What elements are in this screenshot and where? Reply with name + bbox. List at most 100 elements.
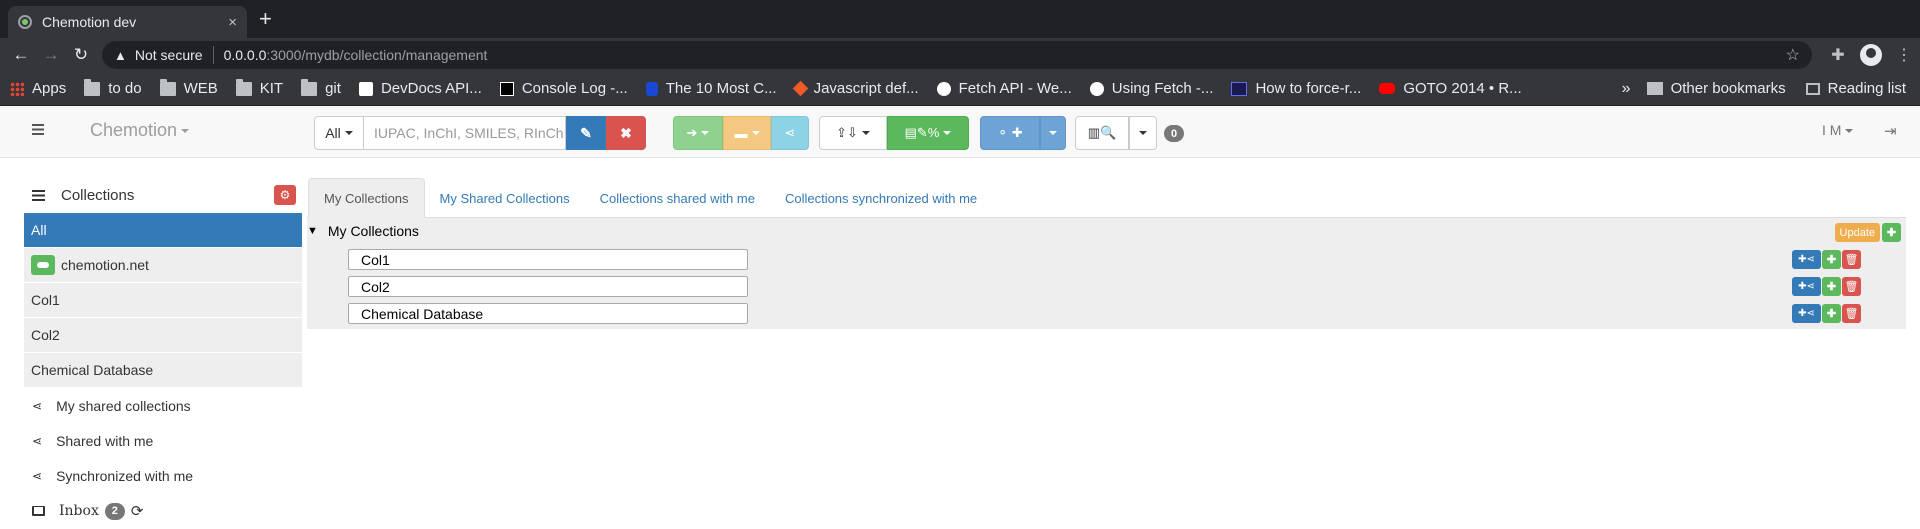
bookmark-force-reload[interactable]: How to force-r... xyxy=(1231,80,1361,97)
tab-collections-shared-with-me[interactable]: Collections shared with me xyxy=(585,178,770,218)
browser-menu-icon[interactable]: ⋮ xyxy=(1888,45,1920,65)
collection-item-chemotion-net[interactable]: chemotion.net xyxy=(24,248,302,283)
back-arrow-icon[interactable]: ← xyxy=(6,45,36,65)
bookmark-folder-git[interactable]: git xyxy=(301,78,341,97)
youtube-icon xyxy=(1379,83,1396,94)
delete-collection-button[interactable]: 🗑 xyxy=(1842,277,1861,296)
bookmark-apps[interactable]: Apps xyxy=(10,80,66,97)
import-export-button[interactable]: ⇪⇩ xyxy=(819,116,887,150)
row-actions: ✚⋖ ✚ 🗑 xyxy=(1792,250,1861,269)
notification-badge[interactable]: 0 xyxy=(1164,125,1184,142)
apps-grid-icon xyxy=(10,81,24,96)
bookmark-fetch-api[interactable]: Fetch API - We... xyxy=(936,80,1072,97)
profile-avatar-icon[interactable] xyxy=(1860,44,1882,66)
share-collection-button[interactable]: ✚⋖ xyxy=(1792,277,1821,296)
clear-search-button[interactable]: ✖ xyxy=(606,116,646,150)
bookmark-javascript[interactable]: Javascript def... xyxy=(792,80,919,97)
plus-icon: ✚ xyxy=(1826,281,1837,293)
search-scope-select[interactable]: All xyxy=(314,116,364,150)
move-button[interactable]: ➔ xyxy=(673,116,723,150)
gear-icon[interactable]: ⚙ xyxy=(274,185,296,205)
share-icon: ⋖ xyxy=(32,398,43,413)
triangle-down-icon[interactable]: ▼ xyxy=(307,225,318,237)
link-label: My shared collections xyxy=(56,397,191,414)
tab-collections-synchronized-with-me[interactable]: Collections synchronized with me xyxy=(770,178,992,218)
collection-name-input[interactable]: Chemical Database xyxy=(348,303,748,324)
trash-icon: 🗑 xyxy=(1844,308,1859,320)
shared-with-me-link[interactable]: ⋖ Shared with me xyxy=(24,423,302,458)
row-actions: ✚⋖ ✚ 🗑 xyxy=(1792,277,1861,296)
bookmark-folder-todo[interactable]: to do xyxy=(84,78,142,97)
reading-list[interactable]: Reading list xyxy=(1805,80,1906,97)
collection-item-chemical-database[interactable]: Chemical Database xyxy=(24,353,302,388)
collections-sidebar: Collections ⚙ All chemotion.net Col1 Col… xyxy=(24,177,302,529)
cloud-icon xyxy=(31,255,55,275)
browser-tab[interactable]: Chemotion dev × xyxy=(8,6,247,38)
delete-collection-button[interactable]: 🗑 xyxy=(1842,250,1861,269)
structure-search-group: All IUPAC, InChI, SMILES, RInChI... ✎ ✖ xyxy=(314,116,646,150)
bookmarks-overflow-chevron-icon[interactable]: » xyxy=(1622,80,1631,98)
brand-menu[interactable]: Chemotion xyxy=(90,120,190,141)
tab-my-collections[interactable]: My Collections xyxy=(308,178,425,218)
security-label: Not secure xyxy=(134,47,203,63)
tab-my-shared-collections[interactable]: My Shared Collections xyxy=(425,178,585,218)
refresh-icon[interactable]: ⟳ xyxy=(131,502,144,520)
reload-icon[interactable]: ↻ xyxy=(66,45,96,65)
create-element-button[interactable]: ⚬ ✚ xyxy=(980,116,1040,150)
bookmark-label: Using Fetch -... xyxy=(1111,80,1214,97)
scan-dropdown-button[interactable] xyxy=(1129,116,1157,150)
share-icon: ⋖ xyxy=(32,433,43,448)
synchronized-with-me-link[interactable]: ⋖ Synchronized with me xyxy=(24,458,302,493)
add-subcollection-button[interactable]: ✚ xyxy=(1822,277,1841,296)
forward-arrow-icon[interactable]: → xyxy=(36,45,66,65)
bookmark-label: Javascript def... xyxy=(813,80,919,97)
move-assign-share-group: ➔ ▬ ⋖ xyxy=(673,116,809,150)
caret-down-icon xyxy=(1139,131,1147,135)
add-subcollection-button[interactable]: ✚ xyxy=(1822,250,1841,269)
collection-item-all[interactable]: All xyxy=(24,213,302,248)
extensions-puzzle-icon[interactable]: ✚ xyxy=(1822,45,1854,65)
collection-name-input[interactable]: Col2 xyxy=(348,276,748,297)
structure-editor-button[interactable]: ✎ xyxy=(566,116,606,150)
add-subcollection-button[interactable]: ✚ xyxy=(1822,304,1841,323)
plus-share-icon: ✚⋖ xyxy=(1798,308,1815,319)
delete-collection-button[interactable]: 🗑 xyxy=(1842,304,1861,323)
share-button[interactable]: ⋖ xyxy=(771,116,809,150)
tree-root-label: My Collections xyxy=(327,223,419,239)
trash-icon: 🗑 xyxy=(1844,254,1859,266)
collection-name-input[interactable]: Col1 xyxy=(348,249,748,270)
tree-root[interactable]: ▼ My Collections xyxy=(307,223,419,239)
inbox-link[interactable]: Inbox 2 ⟳ xyxy=(24,493,302,529)
collection-item-col2[interactable]: Col2 xyxy=(24,318,302,353)
bookmark-star-icon[interactable]: ☆ xyxy=(1786,45,1800,65)
update-button[interactable]: Update xyxy=(1834,223,1880,242)
scan-barcode-button[interactable]: ▥🔍 xyxy=(1075,116,1129,150)
site-icon xyxy=(792,80,808,97)
root-actions: Update ✚ xyxy=(1834,223,1901,242)
share-collection-button[interactable]: ✚⋖ xyxy=(1792,250,1821,269)
bookmark-label: to do xyxy=(108,80,142,97)
address-bar[interactable]: ▲ Not secure 0.0.0.0 :3000/mydb/collecti… xyxy=(102,41,1812,69)
tab-close-icon[interactable]: × xyxy=(228,14,237,31)
logout-icon[interactable]: ⇥ xyxy=(1884,122,1897,140)
bookmark-console-log[interactable]: Console Log -... xyxy=(499,80,628,97)
new-tab-button[interactable]: + xyxy=(259,6,272,32)
remove-button[interactable]: ▬ xyxy=(723,116,771,150)
my-shared-collections-link[interactable]: ⋖ My shared collections xyxy=(24,388,302,423)
bookmark-goto[interactable]: GOTO 2014 • R... xyxy=(1379,80,1522,97)
bookmark-folder-kit[interactable]: KIT xyxy=(235,78,283,97)
add-collection-button[interactable]: ✚ xyxy=(1882,223,1901,242)
bookmark-folder-web[interactable]: WEB xyxy=(159,78,218,97)
mdn-icon xyxy=(936,81,951,96)
collection-item-col1[interactable]: Col1 xyxy=(24,283,302,318)
search-input[interactable]: IUPAC, InChI, SMILES, RInChI... xyxy=(364,116,566,150)
report-button[interactable]: ▤✎% xyxy=(887,116,969,150)
user-menu[interactable]: I M xyxy=(1822,122,1854,138)
sidebar-toggle-icon[interactable] xyxy=(32,124,44,135)
bookmark-top10[interactable]: The 10 Most C... xyxy=(645,80,777,97)
create-dropdown-button[interactable] xyxy=(1040,116,1066,150)
share-collection-button[interactable]: ✚⋖ xyxy=(1792,304,1821,323)
other-bookmarks[interactable]: Other bookmarks xyxy=(1646,80,1786,97)
bookmark-using-fetch[interactable]: Using Fetch -... xyxy=(1089,80,1214,97)
bookmark-devdocs[interactable]: DevDocs API... xyxy=(358,80,482,97)
